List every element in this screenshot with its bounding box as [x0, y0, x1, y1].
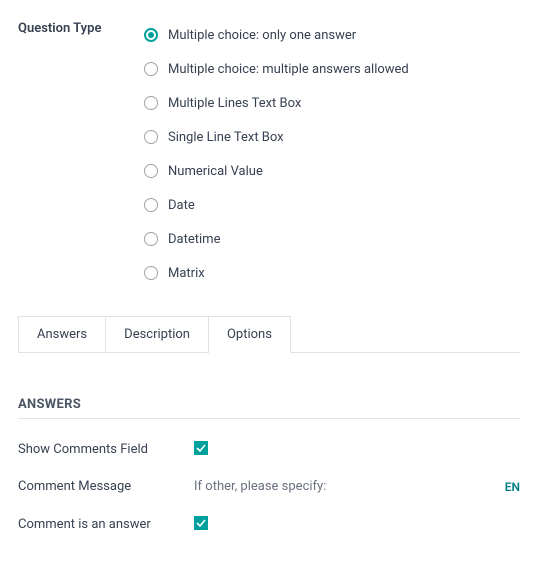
question-type-options: Multiple choice: only one answer Multiple… [144, 18, 520, 290]
radio-label: Numerical Value [168, 164, 263, 179]
radio-item[interactable]: Matrix [144, 256, 520, 290]
radio-item[interactable]: Numerical Value [144, 154, 520, 188]
radio-icon[interactable] [144, 232, 158, 246]
radio-label: Date [168, 198, 195, 213]
tabs-bar: AnswersDescriptionOptions [18, 316, 520, 353]
check-icon [196, 518, 206, 528]
radio-label: Matrix [168, 266, 205, 281]
radio-label: Single Line Text Box [168, 130, 284, 145]
radio-icon[interactable] [144, 130, 158, 144]
radio-icon[interactable] [144, 198, 158, 212]
radio-item[interactable]: Datetime [144, 222, 520, 256]
radio-label: Multiple choice: multiple answers allowe… [168, 62, 409, 77]
comment-is-answer-checkbox[interactable] [194, 516, 208, 530]
radio-label: Multiple choice: only one answer [168, 28, 356, 43]
tab-description[interactable]: Description [106, 316, 209, 353]
show-comments-label: Show Comments Field [18, 442, 194, 457]
tab-answers[interactable]: Answers [18, 316, 106, 353]
comment-message-label: Comment Message [18, 479, 194, 494]
radio-icon[interactable] [144, 266, 158, 280]
tab-options[interactable]: Options [209, 316, 291, 353]
language-tag[interactable]: EN [505, 480, 520, 494]
radio-icon[interactable] [144, 28, 158, 42]
radio-item[interactable]: Multiple Lines Text Box [144, 86, 520, 120]
show-comments-row: Show Comments Field [18, 441, 520, 457]
comment-message-input[interactable] [194, 479, 455, 494]
radio-icon[interactable] [144, 62, 158, 76]
radio-label: Multiple Lines Text Box [168, 96, 301, 111]
radio-item[interactable]: Multiple choice: multiple answers allowe… [144, 52, 520, 86]
comment-is-answer-label: Comment is an answer [18, 517, 194, 532]
radio-icon[interactable] [144, 164, 158, 178]
radio-label: Datetime [168, 232, 220, 247]
check-icon [196, 443, 206, 453]
comment-message-row: Comment Message EN [18, 479, 520, 494]
show-comments-checkbox[interactable] [194, 441, 208, 455]
section-title-answers: ANSWERS [18, 397, 520, 419]
question-type-row: Question Type Multiple choice: only one … [18, 18, 520, 290]
comment-is-answer-row: Comment is an answer [18, 516, 520, 532]
radio-item[interactable]: Multiple choice: only one answer [144, 18, 520, 52]
radio-item[interactable]: Single Line Text Box [144, 120, 520, 154]
radio-item[interactable]: Date [144, 188, 520, 222]
radio-icon[interactable] [144, 96, 158, 110]
question-type-label: Question Type [18, 18, 144, 290]
